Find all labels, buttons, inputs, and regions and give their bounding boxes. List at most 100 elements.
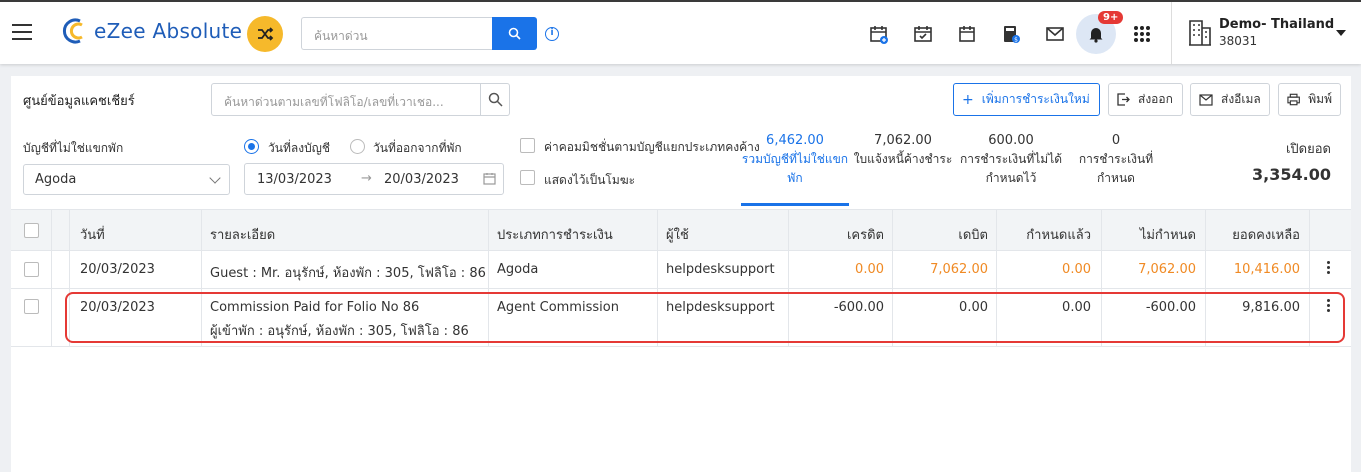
svg-text:$: $ (1014, 37, 1018, 44)
row-payment-type: Agoda (497, 262, 539, 277)
email-label: ส่งอีเมล (1221, 92, 1261, 106)
printer-icon (1287, 93, 1300, 106)
quick-search-button[interactable] (492, 17, 537, 50)
stat-unassigned-payments[interactable]: 600.00 การชำระเงินที่ไม่ได้ กำหนดไว้ (959, 131, 1063, 188)
stat-outstanding-invoices[interactable]: 7,062.00 ใบแจ้งหนี้ค้างชำระ (851, 131, 955, 169)
date-range-picker[interactable]: 13/03/2023 → 20/03/2023 (244, 163, 504, 195)
void-checkbox-label: แสดงไว้เป็นโมฆะ (544, 173, 636, 187)
stat-value: 600.00 (988, 133, 1034, 148)
opening-balance-label: เปิดยอด (1285, 142, 1331, 157)
stat-label: พัก (787, 171, 803, 185)
row-balance: 10,416.00 (1233, 262, 1300, 277)
col-credit[interactable]: เครดิต (847, 224, 884, 245)
mail-icon (1199, 93, 1213, 106)
cashier-panel: ศูนย์ข้อมูลแคชเชียร์ ค้นหาด่วนตามเลขที่โ… (11, 76, 1351, 472)
table-header: วันที่ รายละเอียด ประเภทการชำระเงิน ผู้ใ… (11, 209, 1351, 251)
stat-assigned-payments[interactable]: 0 การชำระเงินที่กำหนด (1064, 131, 1168, 188)
date-to: 20/03/2023 (384, 172, 459, 187)
radio-checkout-date[interactable] (350, 139, 365, 154)
commission-checkbox[interactable] (520, 138, 535, 153)
row-detail: Guest : Mr. อนุรักษ์, ห้องพัก : 305, โฟล… (210, 266, 486, 281)
property-code: 38031 (1219, 34, 1258, 48)
row-menu-icon[interactable] (1327, 261, 1331, 276)
col-payment-type[interactable]: ประเภทการชำระเงิน (497, 224, 613, 245)
row-user: helpdesksupport (666, 262, 775, 277)
table-row[interactable]: 20/03/2023 Guest : Mr. อนุรักษ์, ห้องพัก… (11, 251, 1351, 289)
app-logo[interactable]: eZee Absolute (62, 18, 242, 44)
email-button[interactable]: ส่งอีเมล (1190, 83, 1270, 116)
row-date: 20/03/2023 (80, 262, 155, 277)
stat-label: รวมบัญชีที่ไม่ใช่แขก (741, 152, 849, 166)
col-user[interactable]: ผู้ใช้ (666, 224, 689, 245)
stat-value: 7,062.00 (874, 133, 932, 148)
select-all-checkbox[interactable] (24, 223, 39, 238)
bell-icon (1089, 28, 1103, 43)
shuffle-icon (258, 27, 274, 41)
top-bar: eZee Absolute ค้นหาด่วน i $ 9+ Demo- Tha… (0, 0, 1361, 64)
calendar-icon[interactable] (956, 23, 978, 45)
stat-label: ใบแจ้งหนี้ค้างชำระ (853, 152, 953, 166)
col-debit[interactable]: เดบิต (958, 224, 988, 245)
date-from: 13/03/2023 (257, 172, 332, 187)
header-divider (1171, 2, 1172, 64)
search-icon (508, 27, 521, 40)
apps-grid-icon[interactable] (1131, 23, 1153, 45)
property-name[interactable]: Demo- Thailand (1219, 17, 1334, 32)
active-stat-indicator (741, 203, 849, 206)
arrow-right-icon: → (361, 171, 372, 186)
billing-calculator-icon[interactable]: $ (1000, 23, 1022, 45)
account-label: บัญชีที่ไม่ใช่แขกพัก (23, 141, 124, 155)
col-assigned[interactable]: กำหนดแล้ว (1026, 224, 1091, 245)
commission-checkbox-label: ค่าคอมมิชชั่นตามบัญชีแยกประเภทคงค้าง (544, 140, 760, 154)
row-checkbox[interactable] (24, 299, 39, 314)
radio-checkout-date-label: วันที่ออกจากที่พัก (373, 141, 462, 155)
account-select[interactable]: Agoda (23, 164, 230, 195)
row-unassigned: 7,062.00 (1138, 262, 1196, 277)
page-title: ศูนย์ข้อมูลแคชเชียร์ (23, 94, 135, 109)
add-reservation-icon[interactable] (868, 23, 890, 45)
property-dropdown-icon[interactable] (1336, 30, 1346, 36)
add-payment-button[interactable]: + เพิ่มการชำระเงินใหม่ (953, 83, 1100, 116)
row-debit: 7,062.00 (930, 262, 988, 277)
ezee-logo-icon (62, 18, 83, 44)
folio-search-input[interactable]: ค้นหาด่วนตามเลขที่โฟลิโอ/เลขที่เวาเชอ... (211, 83, 481, 116)
export-button[interactable]: ส่งออก (1108, 83, 1183, 116)
app-name: eZee Absolute (94, 19, 243, 43)
stat-non-guest-total[interactable]: 6,462.00 รวมบัญชีที่ไม่ใช่แขก พัก (741, 131, 849, 188)
radio-posting-date-label: วันที่ลงบัญชี (268, 141, 331, 155)
menu-icon[interactable] (12, 24, 32, 40)
info-icon[interactable]: i (545, 27, 559, 41)
notification-badge: 9+ (1098, 11, 1124, 24)
chevron-down-icon (209, 172, 221, 184)
stat-value: 6,462.00 (766, 133, 824, 148)
opening-balance-value: 3,354.00 (1252, 165, 1331, 184)
plus-icon: + (962, 91, 974, 108)
col-date[interactable]: วันที่ (80, 224, 105, 245)
stat-label: กำหนดไว้ (985, 171, 1037, 185)
stat-label: การชำระเงินที่กำหนด (1078, 152, 1154, 185)
quick-search-input[interactable]: ค้นหาด่วน (301, 17, 493, 50)
add-payment-label: เพิ่มการชำระเงินใหม่ (981, 92, 1090, 106)
col-unassigned[interactable]: ไม่กำหนด (1140, 224, 1196, 245)
stat-value: 0 (1111, 133, 1121, 148)
void-checkbox[interactable] (520, 170, 535, 185)
row-checkbox[interactable] (24, 262, 39, 277)
folio-search-button[interactable] (480, 83, 510, 116)
highlight-annotation (65, 292, 1345, 343)
row-assigned: 0.00 (1062, 262, 1091, 277)
checkin-calendar-icon[interactable] (912, 23, 934, 45)
building-icon (1189, 20, 1211, 46)
account-select-value: Agoda (35, 172, 77, 187)
radio-posting-date[interactable] (244, 139, 259, 154)
mail-icon[interactable] (1044, 23, 1066, 45)
row-credit: 0.00 (855, 262, 884, 277)
opening-balance: เปิดยอด 3,354.00 (1252, 138, 1331, 184)
shuffle-button[interactable] (247, 16, 283, 52)
search-icon (488, 92, 503, 107)
print-label: พิมพ์ (1308, 92, 1332, 106)
export-icon (1117, 93, 1130, 106)
col-balance[interactable]: ยอดคงเหลือ (1232, 224, 1300, 245)
stat-label: การชำระเงินที่ไม่ได้ (959, 152, 1063, 166)
col-detail[interactable]: รายละเอียด (210, 224, 275, 245)
print-button[interactable]: พิมพ์ (1278, 83, 1341, 116)
